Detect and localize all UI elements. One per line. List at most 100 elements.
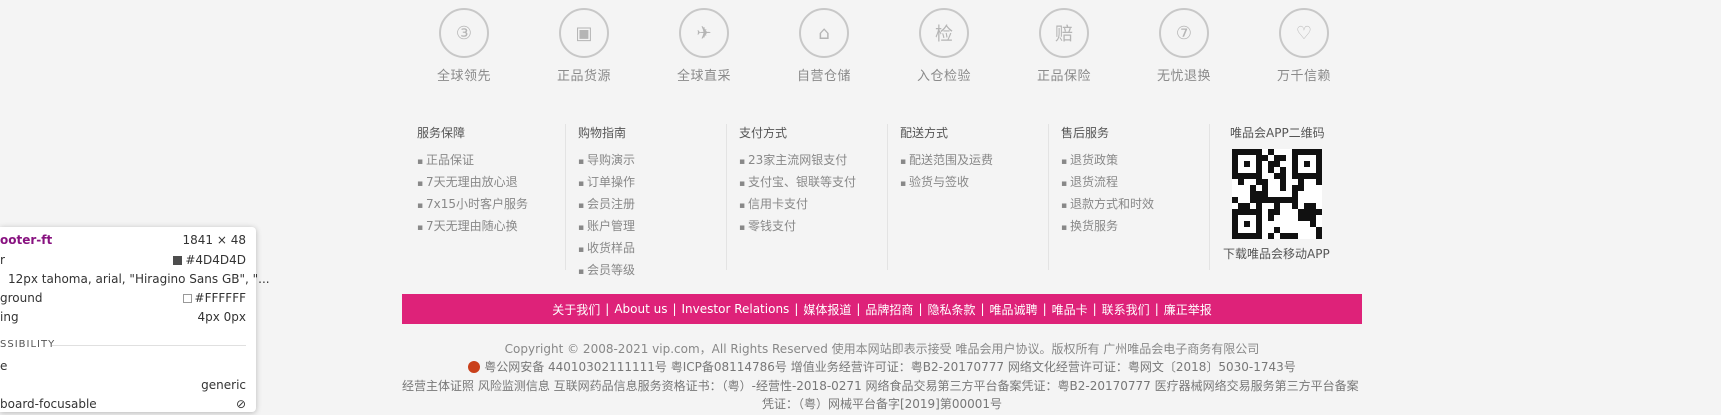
bar-link[interactable]: 唯品诚聘 [987,301,1041,318]
footer-link-text: 配送范围及运费 [908,153,993,167]
service-item[interactable]: ⌂ 自营仓储 [764,8,884,84]
bar-link[interactable]: 廉正举报 [1161,301,1215,318]
box-icon: ▣ [559,8,609,58]
color-hex: #4D4D4D [185,253,246,267]
footer-link-text: 23家主流网银支付 [747,153,848,167]
footer-link-text: 导购演示 [586,153,635,167]
license-line: 粤公网安备 44010302111111号 粤ICP备08114786号 增值业… [402,358,1362,375]
qr-caption: 下载唯品会移动APP [1223,247,1330,261]
separator: | [918,302,923,316]
footer-link[interactable]: 支付宝、银联等支付 [739,172,887,194]
footer-link[interactable]: 信用卡支付 [739,194,887,216]
service-item[interactable]: 检入仓检验 [884,8,1004,84]
tooltip-font-value: 12px tahoma, arial, "Hiragino Sans GB", … [8,272,270,286]
service-item[interactable]: ③ 全球领先 [404,8,524,84]
service-item[interactable]: ✈ 全球直采 [644,8,764,84]
footer-link[interactable]: 正品保证 [417,150,565,172]
footer-link-text: 会员注册 [586,197,635,211]
footer-link[interactable]: 23家主流网银支付 [739,150,887,172]
tooltip-color-label: r [0,253,5,267]
footer-link[interactable]: 换货服务 [1061,216,1209,238]
footer-link[interactable]: 零钱支付 [739,216,887,238]
separator: | [980,302,985,316]
return-7-icon: ⑦ [1159,8,1209,58]
certificate-line-2: 凭证：（粤）网械平台备字[2019]第00001号 [761,397,1003,411]
footer-link-text: 会员等级 [586,263,635,277]
footer-link[interactable]: 验货与签收 [900,172,1048,194]
license-text: 粤公网安备 44010302111111号 粤ICP备08114786号 增值业… [484,360,1296,374]
footer-link[interactable]: 导购演示 [578,150,726,172]
separator: | [1042,302,1047,316]
footer-column: 服务保障正品保证 7天无理由放心退 7x15小时客户服务 7天无理由随心换 [405,124,566,270]
service-item[interactable]: 赔正品保险 [1004,8,1124,84]
footer-link-text: 退款方式和时效 [1069,197,1154,211]
bar-link[interactable]: 品牌招商 [862,301,916,318]
qr-column: 唯品会APP二维码 下载唯品会移动APP [1210,124,1358,270]
footer-column: 配送方式配送范围及运费验货与签收 [888,124,1049,270]
service-label: 自营仓储 [796,69,851,84]
service-label: 万千信赖 [1276,69,1331,84]
bar-link[interactable]: About us [611,302,670,316]
footer-link[interactable]: 退货流程 [1061,172,1209,194]
plane-icon: ✈ [679,8,729,58]
separator: | [1092,302,1097,316]
column-title: 服务保障 [417,126,466,140]
bar-link[interactable]: 关于我们 [549,301,603,318]
service-item[interactable]: ▣ 正品货源 [524,8,644,84]
footer-link[interactable]: 会员注册 [578,194,726,216]
footer-nav-bar: 关于我们 | About us | Investor Relations | 媒体报道 | 品牌… [402,294,1362,324]
devtools-inspect-tooltip: ooter-ft 1841 × 48 r #4D4D4D 12px tahoma… [0,227,270,412]
tooltip-padding-label: ing [0,310,19,324]
footer-link-text: 零钱支付 [747,219,796,233]
column-title: 配送方式 [900,126,949,140]
footer-link[interactable]: 退货政策 [1061,150,1209,172]
bar-link[interactable]: 唯品卡 [1049,301,1091,318]
footer-link[interactable]: 订单操作 [578,172,726,194]
tooltip-bg-label: ground [0,291,43,305]
footer-link-text: 验货与签收 [908,175,969,189]
tooltip-role-label: e [0,359,8,373]
footer-link[interactable]: 退款方式和时效 [1061,194,1209,216]
footer-link-text: 账户管理 [586,219,635,233]
color-swatch [173,256,183,265]
footer-link[interactable]: 7天无理由随心换 [417,216,565,238]
footer-link[interactable]: 7x15小时客户服务 [417,194,565,216]
bar-link[interactable]: 联系我们 [1099,301,1153,318]
footer-link-text: 正品保证 [425,153,474,167]
service-label: 入仓检验 [916,69,971,84]
service-label: 无忧退换 [1156,69,1211,84]
bar-link[interactable]: Investor Relations [679,302,793,316]
service-label: 正品保险 [1036,69,1091,84]
police-badge-icon [468,361,481,373]
bar-link[interactable]: 隐私条款 [924,301,978,318]
footer-link[interactable]: 收货样品 [578,238,726,260]
tooltip-selector: ooter-ft [0,233,53,247]
column-title: 售后服务 [1061,126,1110,140]
medal-3-icon: ③ [439,8,489,58]
footer-link[interactable]: 账户管理 [578,216,726,238]
footer-link-text: 信用卡支付 [747,197,808,211]
tooltip-color-value: #4D4D4D [173,253,246,267]
footer-link[interactable]: 会员等级 [578,260,726,282]
bg-swatch [182,294,192,303]
service-item[interactable]: ⑦ 无忧退换 [1124,8,1244,84]
footer-link[interactable]: 7天无理由放心退 [417,172,565,194]
qr-title: 唯品会APP二维码 [1230,126,1325,140]
footer-column: 支付方式 23家主流网银支付支付宝、银联等支付信用卡支付零钱支付 [727,124,888,270]
bar-link[interactable]: 媒体报道 [800,301,854,318]
service-guarantee-row: ③ 全球领先 ▣ 正品货源 ✈ 全球直采 ⌂ 自营仓储检入仓检验赔正品保险 ⑦ 无忧退换 ♡ 万千信赖 [404,8,1364,84]
column-title: 支付方式 [739,126,788,140]
inspect-icon: 检 [919,8,969,58]
footer-link-text: 7天无理由放心退 [425,175,518,189]
certificate-line[interactable]: 经营主体证照 风险监测信息 互联网药品信息服务资格证书：（粤）-经营性-2018… [402,377,1362,394]
separator: | [1154,302,1159,316]
separator: | [856,302,861,316]
warehouse-icon: ⌂ [799,8,849,58]
tooltip-size: 1841 × 48 [182,233,247,247]
footer-link-text: 支付宝、银联等支付 [747,175,856,189]
footer-link-text: 退货流程 [1069,175,1118,189]
footer-link[interactable]: 配送范围及运费 [900,150,1048,172]
tooltip-focus-label: board-focusable [0,397,97,411]
footer-link-text: 收货样品 [586,241,635,255]
service-item[interactable]: ♡ 万千信赖 [1244,8,1364,84]
